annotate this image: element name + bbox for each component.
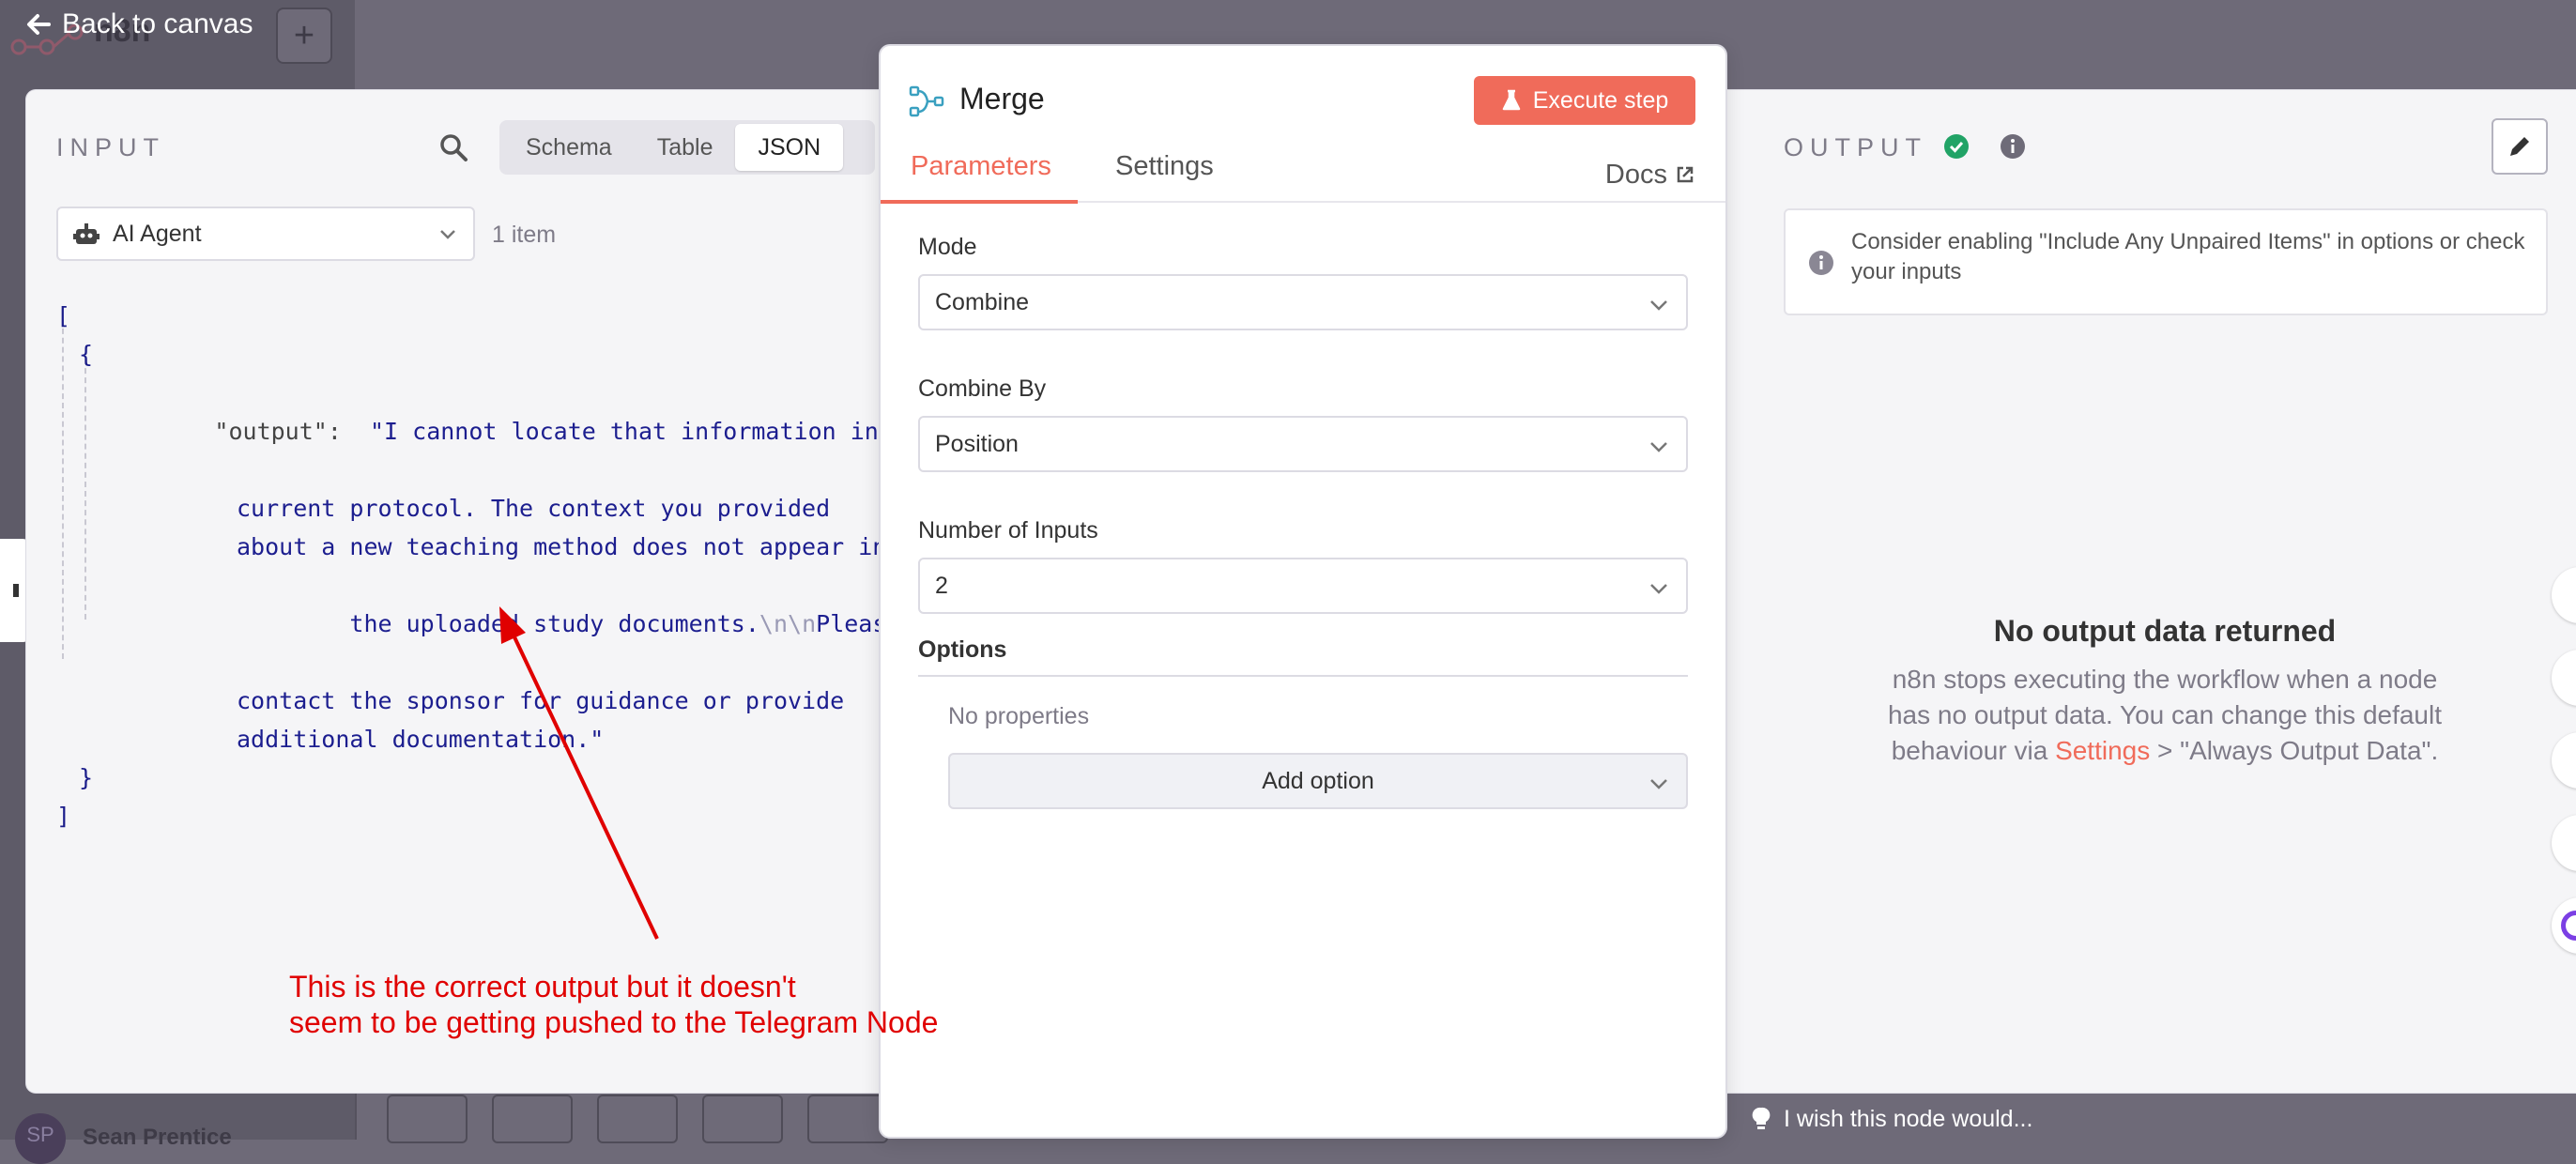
options-label: Options bbox=[918, 636, 1688, 677]
number-of-inputs-value: 2 bbox=[935, 572, 948, 599]
combine-by-label: Combine By bbox=[918, 375, 1047, 402]
settings-link[interactable]: Settings bbox=[2055, 736, 2150, 765]
rail-button[interactable] bbox=[2552, 650, 2576, 706]
info-icon[interactable] bbox=[2000, 133, 2026, 160]
view-schema[interactable]: Schema bbox=[503, 124, 635, 171]
view-table[interactable]: Table bbox=[635, 124, 736, 171]
annotation-text: This is the correct output but it doesn'… bbox=[289, 969, 938, 1040]
json-value-line: the uploaded study documents. bbox=[349, 610, 759, 637]
canvas-toolbar-button[interactable] bbox=[702, 1095, 783, 1143]
rail-button[interactable] bbox=[2552, 732, 2576, 789]
chevron-down-icon bbox=[1650, 779, 1667, 789]
feedback-label: I wish this node would... bbox=[1784, 1105, 2033, 1132]
output-panel: OUTPUT Consider enabling "Include Any Un… bbox=[1754, 90, 2576, 1093]
user-name: Sean Prentice bbox=[83, 1125, 232, 1150]
docs-label: Docs bbox=[1604, 159, 1667, 190]
number-of-inputs-select[interactable]: 2 bbox=[918, 558, 1688, 614]
lightbulb-icon bbox=[1752, 1107, 1771, 1129]
right-rail bbox=[2552, 567, 2576, 980]
json-open-bracket: [ bbox=[56, 302, 71, 329]
robot-icon bbox=[73, 223, 100, 244]
canvas-toolbar-button[interactable] bbox=[597, 1095, 678, 1143]
annotation-line: seem to be getting pushed to the Telegra… bbox=[289, 1005, 939, 1039]
mode-select[interactable]: Combine bbox=[918, 274, 1688, 330]
back-to-canvas-link[interactable]: Back to canvas bbox=[24, 6, 253, 43]
json-escape: \n\n bbox=[759, 610, 817, 637]
no-output-title: No output data returned bbox=[1993, 614, 2337, 648]
merge-icon bbox=[909, 85, 944, 117]
node-title[interactable]: Merge bbox=[959, 82, 1045, 116]
canvas-toolbar-button[interactable] bbox=[807, 1095, 888, 1143]
output-hint: Consider enabling "Include Any Unpaired … bbox=[1784, 208, 2548, 315]
canvas-toolbar-button[interactable] bbox=[492, 1095, 573, 1143]
execute-step-label: Execute step bbox=[1532, 86, 1669, 114]
json-value-line: "I cannot locate that information in the bbox=[370, 418, 936, 445]
json-open-brace: { bbox=[79, 341, 94, 368]
merge-node-panel: Merge Execute step Parameters Settings D… bbox=[879, 44, 1727, 1139]
annotation-line: This is the correct output but it doesn'… bbox=[289, 970, 796, 1003]
edit-output-button[interactable] bbox=[2492, 118, 2548, 175]
combine-by-value: Position bbox=[935, 430, 1019, 457]
view-json[interactable]: JSON bbox=[735, 124, 844, 171]
info-icon bbox=[1809, 251, 1833, 275]
rail-button[interactable] bbox=[2552, 567, 2576, 623]
tab-settings[interactable]: Settings bbox=[1115, 151, 1214, 198]
parameters-form: Mode Combine Combine By Position Number … bbox=[918, 234, 1688, 809]
success-check-icon bbox=[1944, 134, 1969, 159]
item-count: 1 item bbox=[492, 222, 557, 248]
number-of-inputs-label: Number of Inputs bbox=[918, 517, 1098, 544]
tab-docs[interactable]: Docs bbox=[1605, 151, 1695, 198]
json-view: [ { "output": "I cannot locate that info… bbox=[56, 297, 935, 835]
input-panel: INPUT Schema Table JSON AI Agent 1 item bbox=[26, 90, 935, 1093]
chevron-down-icon bbox=[440, 230, 455, 239]
json-close-bracket: ] bbox=[56, 803, 71, 830]
no-output-line: has no output data. You can change this … bbox=[1887, 700, 2443, 729]
add-option-label: Add option bbox=[1262, 767, 1374, 794]
feedback-link[interactable]: I wish this node would... bbox=[1752, 1100, 2032, 1138]
json-value-line: current protocol. The context you provid… bbox=[237, 495, 831, 522]
merge-header: Merge Execute step Parameters Settings D… bbox=[881, 46, 1725, 204]
rail-button[interactable] bbox=[2552, 815, 2576, 871]
input-node-select-value: AI Agent bbox=[113, 220, 202, 247]
json-value-line: about a new teaching method does not app… bbox=[237, 533, 887, 560]
canvas-toolbar bbox=[387, 1095, 888, 1143]
json-key: "output": bbox=[214, 418, 342, 445]
no-properties-text: No properties bbox=[948, 703, 1090, 729]
output-hint-text: Consider enabling "Include Any Unpaired … bbox=[1851, 229, 2525, 284]
chevron-down-icon bbox=[1650, 584, 1667, 594]
pencil-icon bbox=[2510, 137, 2529, 156]
tab-parameters[interactable]: Parameters bbox=[881, 151, 1078, 204]
canvas-toolbar-button[interactable] bbox=[387, 1095, 468, 1143]
search-icon[interactable] bbox=[437, 131, 469, 163]
external-link-icon bbox=[1677, 166, 1694, 183]
add-node-button[interactable]: + bbox=[276, 8, 332, 64]
input-node-select[interactable]: AI Agent bbox=[56, 207, 475, 261]
no-output-line: n8n stops executing the workflow when a … bbox=[1892, 665, 2438, 694]
no-output-message: No output data returned n8n stops execut… bbox=[1810, 614, 2520, 769]
chevron-down-icon bbox=[1650, 300, 1667, 311]
arrow-left-icon bbox=[27, 14, 51, 35]
node-tabs: Parameters Settings Docs bbox=[881, 151, 1725, 204]
flask-icon bbox=[1502, 89, 1520, 111]
combine-by-select[interactable]: Position bbox=[918, 416, 1688, 472]
mode-value: Combine bbox=[935, 288, 1030, 315]
mode-label: Mode bbox=[918, 234, 977, 260]
view-toggle: Schema Table JSON bbox=[499, 120, 875, 175]
no-output-line: > "Always Output Data". bbox=[2157, 736, 2439, 765]
no-output-line: behaviour via bbox=[1891, 736, 2048, 765]
execute-step-button[interactable]: Execute step bbox=[1474, 76, 1695, 125]
input-title: INPUT bbox=[56, 133, 165, 161]
json-value-line: contact the sponsor for guidance or prov… bbox=[237, 687, 845, 714]
assistant-button[interactable] bbox=[2552, 897, 2576, 954]
json-value-line: additional documentation." bbox=[237, 726, 605, 753]
output-title: OUTPUT bbox=[1784, 133, 1927, 161]
chevron-down-icon bbox=[1650, 442, 1667, 452]
back-to-canvas-label: Back to canvas bbox=[62, 8, 253, 39]
json-close-brace: } bbox=[79, 764, 94, 791]
avatar: SP bbox=[15, 1113, 66, 1164]
add-option-button[interactable]: Add option bbox=[948, 753, 1688, 809]
